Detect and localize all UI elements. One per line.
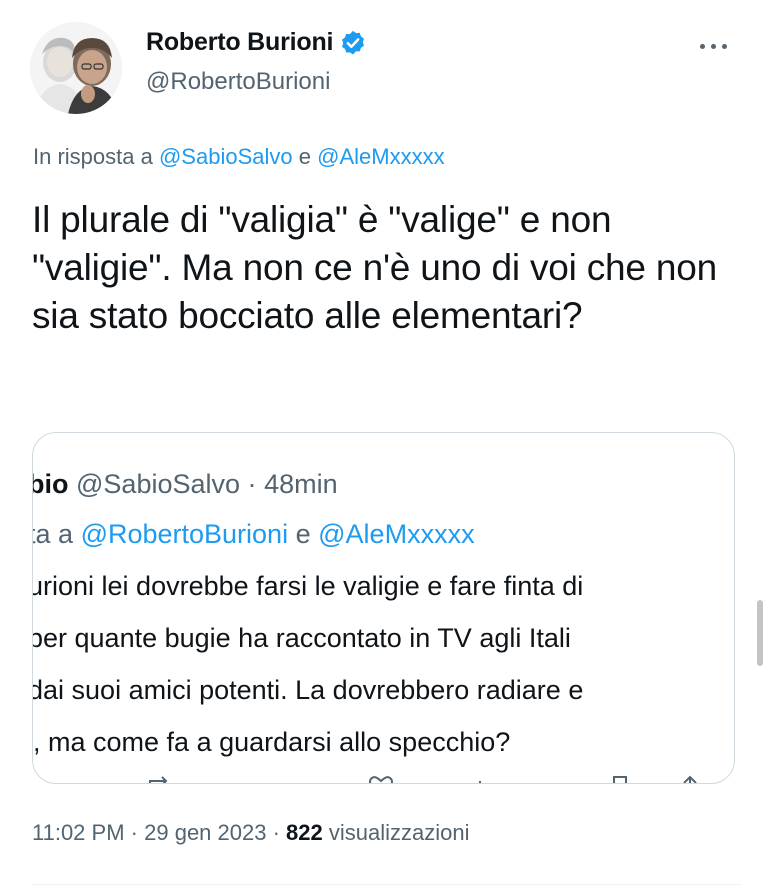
reply-joiner: e bbox=[298, 144, 311, 169]
tweet-meta: 11:02 PM · 29 gen 2023 · 822 visualizzaz… bbox=[32, 820, 470, 846]
author-name[interactable]: Roberto Burioni bbox=[146, 28, 333, 57]
quoted-separator: · bbox=[247, 469, 257, 499]
views-icon[interactable] bbox=[468, 775, 492, 783]
share-icon[interactable] bbox=[678, 775, 702, 783]
scrollbar[interactable] bbox=[757, 600, 763, 666]
author-handle[interactable]: @RobertoBurioni bbox=[146, 68, 330, 96]
quoted-text-line: per quante bugie ha raccontato in TV agl… bbox=[32, 623, 571, 653]
quoted-author-name[interactable]: bio bbox=[33, 469, 69, 499]
author-name-row[interactable]: Roberto Burioni bbox=[146, 28, 367, 57]
reply-prefix: In risposta a bbox=[33, 144, 153, 169]
like-icon[interactable] bbox=[366, 775, 396, 783]
more-options-icon[interactable] bbox=[700, 36, 740, 56]
quoted-text-line: dai suoi amici potenti. La dovrebbero ra… bbox=[32, 675, 584, 705]
quoted-actions bbox=[33, 767, 734, 783]
avatar-photo bbox=[30, 22, 122, 114]
verified-badge-icon bbox=[339, 29, 367, 57]
bookmark-icon[interactable] bbox=[608, 775, 632, 783]
views-count: 822 bbox=[286, 820, 323, 845]
reply-mention-1[interactable]: @SabioSalvo bbox=[159, 144, 293, 169]
quoted-time[interactable]: 48min bbox=[264, 469, 338, 499]
quoted-author-handle[interactable]: @SabioSalvo bbox=[76, 469, 240, 499]
tweet: Roberto Burioni @RobertoBurioni In rispo… bbox=[0, 0, 768, 888]
tweet-date[interactable]: 29 gen 2023 bbox=[144, 820, 266, 845]
quoted-text-line: urioni lei dovrebbe farsi le valigie e f… bbox=[32, 571, 584, 601]
reply-mention-2[interactable]: @AleMxxxxx bbox=[317, 144, 444, 169]
reply-context: In risposta a @SabioSalvo e @AleMxxxxx bbox=[33, 144, 445, 170]
quoted-text-line: e, ma come fa a guardarsi allo specchio? bbox=[32, 727, 511, 757]
quoted-reply-context: ta a @RobertoBurioni e @AleMxxxxx bbox=[32, 519, 475, 550]
divider bbox=[32, 884, 742, 885]
tweet-text: Il plurale di "valigia" è "valige" e non… bbox=[32, 199, 718, 336]
meta-separator: · bbox=[130, 820, 138, 845]
quoted-reply-mention-1[interactable]: @RobertoBurioni bbox=[81, 519, 289, 549]
meta-separator: · bbox=[272, 820, 280, 845]
quoted-reply-mention-2[interactable]: @AleMxxxxx bbox=[318, 519, 474, 549]
retweet-icon[interactable] bbox=[146, 775, 176, 783]
avatar[interactable] bbox=[30, 22, 122, 114]
quoted-tweet[interactable]: bio @SabioSalvo · 48min ta a @RobertoBur… bbox=[32, 432, 735, 784]
tweet-time[interactable]: 11:02 PM bbox=[32, 820, 125, 845]
quoted-reply-prefix: ta a bbox=[32, 519, 74, 549]
quoted-tweet-header: bio @SabioSalvo · 48min bbox=[33, 469, 338, 500]
views-label: visualizzazioni bbox=[328, 820, 470, 845]
quoted-reply-joiner: e bbox=[295, 519, 311, 549]
